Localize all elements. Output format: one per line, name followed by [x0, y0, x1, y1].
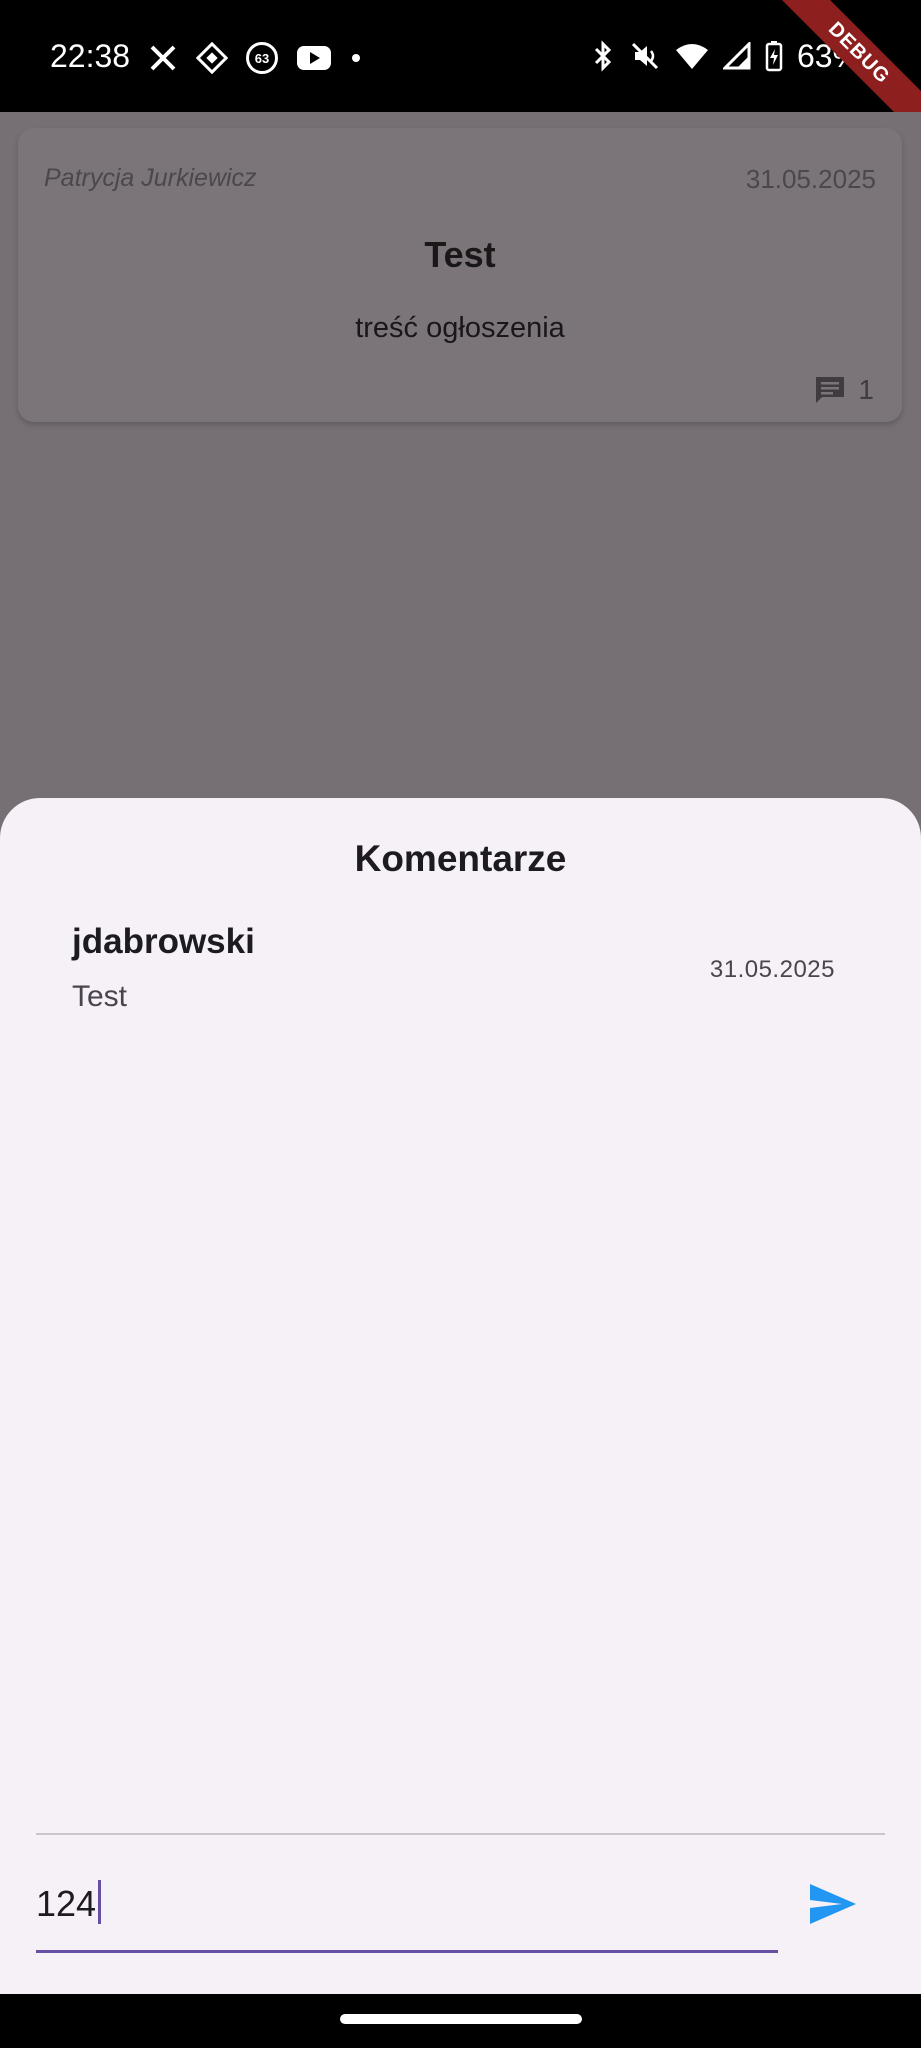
- post-comments-button[interactable]: 1: [814, 374, 874, 406]
- comment-author: jdabrowski: [72, 922, 255, 961]
- comments-bottom-sheet: Komentarze jdabrowski Test 31.05.2025: [0, 798, 921, 1994]
- notification-icons: 63: [148, 38, 362, 78]
- comment-item: jdabrowski Test 31.05.2025: [72, 922, 835, 1022]
- input-divider: [36, 1833, 885, 1835]
- x-icon: [150, 45, 176, 71]
- post-title: Test: [424, 234, 496, 275]
- comment-input-row: [36, 1858, 885, 1958]
- signal-icon: [722, 42, 751, 70]
- post-date: 31.05.2025: [745, 164, 876, 194]
- comment-icon: [816, 377, 845, 403]
- comment-text: Test: [72, 980, 128, 1013]
- post-body: treść ogłoszenia: [355, 312, 565, 344]
- mute-icon: [631, 42, 659, 70]
- battery-charging-icon: [765, 41, 783, 72]
- youtube-icon: [297, 46, 331, 70]
- navigation-bar: [0, 1994, 921, 2048]
- text-caret: [98, 1880, 101, 1924]
- status-bar: 22:38 63 63% DEBUG: [0, 0, 921, 150]
- badge-63-icon: 63: [246, 42, 278, 74]
- grid-app-icon: [196, 42, 228, 74]
- wifi-icon: [675, 44, 708, 69]
- gesture-handle[interactable]: [340, 2014, 582, 2024]
- system-status-icons: 63%: [591, 34, 861, 78]
- post-comment-count: 1: [858, 374, 874, 405]
- send-button[interactable]: [805, 1876, 861, 1932]
- send-icon: [810, 1884, 856, 1924]
- badge-63-value: 63: [254, 50, 270, 66]
- post-author: Patrycja Jurkiewicz: [44, 164, 257, 192]
- sheet-title: Komentarze: [354, 838, 567, 879]
- bluetooth-icon: [594, 40, 612, 72]
- dot-icon: [352, 54, 360, 62]
- comment-date: 31.05.2025: [709, 956, 835, 983]
- status-time: 22:38: [50, 38, 131, 74]
- comment-input[interactable]: [36, 1858, 778, 1953]
- post-card[interactable]: Patrycja Jurkiewicz 31.05.2025 Test treś…: [18, 128, 902, 422]
